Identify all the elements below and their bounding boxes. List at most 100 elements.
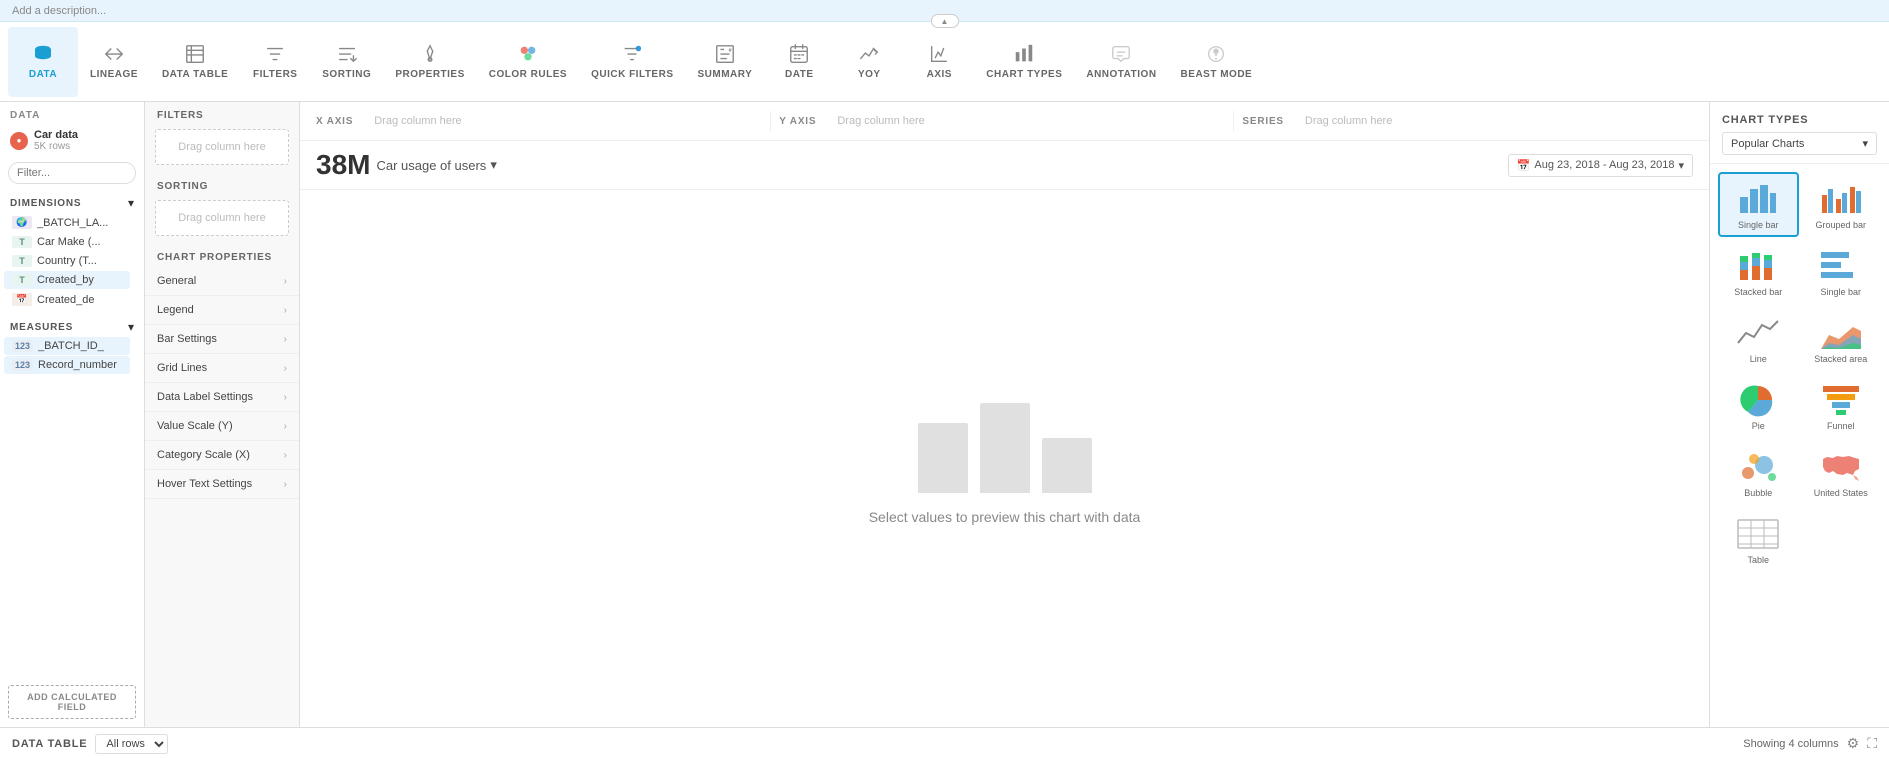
chart-bars-preview <box>918 393 1092 493</box>
prop-arrow-valuescale: › <box>284 421 287 432</box>
chart-subtitle[interactable]: Car usage of users ▾ <box>376 157 496 173</box>
toolbar-item-properties[interactable]: PROPERTIES <box>383 27 476 97</box>
dimensions-header[interactable]: DIMENSIONS ▾ <box>0 190 144 212</box>
bar-preview-1 <box>918 423 968 493</box>
sorting-drag-area[interactable]: Drag column here <box>155 200 289 236</box>
popular-charts-dropdown[interactable]: Popular Charts ▾ <box>1722 132 1877 155</box>
toolbar-datatable-label: DATA TABLE <box>162 69 228 80</box>
measure-item-batchid[interactable]: 123 _BATCH_ID_ <box>4 337 130 355</box>
pie-label: Pie <box>1752 421 1765 432</box>
chart-type-bubble[interactable]: Bubble <box>1718 440 1799 505</box>
dimension-item-country[interactable]: T Country (T... <box>4 252 130 270</box>
prop-arrow-hovertext: › <box>284 479 287 490</box>
measures-collapse-icon: ▾ <box>128 320 134 334</box>
dimension-label-carmake: Car Make (... <box>37 236 101 248</box>
chart-type-pie[interactable]: Pie <box>1718 373 1799 438</box>
settings-gear-icon[interactable]: ⚙ <box>1847 735 1860 752</box>
toolbar-beastmode-label: BEAST MODE <box>1181 69 1253 80</box>
prop-item-category-scale[interactable]: Category Scale (X) › <box>145 441 299 470</box>
dimension-label-country: Country (T... <box>37 255 97 267</box>
measures-header[interactable]: MEASURES ▾ <box>0 314 144 336</box>
toolbar-item-filters[interactable]: FILTERS <box>240 27 310 97</box>
collapse-button[interactable]: ▲ <box>931 14 959 28</box>
type-badge-num: 123 <box>12 340 33 352</box>
toolbar-item-data[interactable]: DATA <box>8 27 78 97</box>
dimension-item-carmake[interactable]: T Car Make (... <box>4 233 130 251</box>
date-range[interactable]: 📅 Aug 23, 2018 - Aug 23, 2018 ▾ <box>1508 154 1693 177</box>
dimension-item-batch[interactable]: 🌍 _BATCH_LA... <box>4 213 130 232</box>
toolbar-item-axis[interactable]: AXIS <box>904 27 974 97</box>
chart-type-single-bar[interactable]: Single bar <box>1718 172 1799 237</box>
prop-item-legend[interactable]: Legend › <box>145 296 299 325</box>
type-badge-T3: T <box>12 274 32 286</box>
prop-arrow-general: › <box>284 276 287 287</box>
toolbar-item-annotation[interactable]: ANNOTATION <box>1074 27 1168 97</box>
fullscreen-icon[interactable]: ⛶ <box>1867 735 1877 752</box>
single-bar-icon <box>1736 181 1780 217</box>
toolbar-item-colorrules[interactable]: COLOR RULES <box>477 27 579 97</box>
chart-area: X AXIS Drag column here Y AXIS Drag colu… <box>300 102 1709 727</box>
prop-item-bar-settings[interactable]: Bar Settings › <box>145 325 299 354</box>
prop-item-general[interactable]: General › <box>145 267 299 296</box>
chart-type-grouped-bar[interactable]: Grouped bar <box>1801 172 1882 237</box>
toolbar-item-charttypes[interactable]: CHART TYPES <box>974 27 1074 97</box>
chart-type-table[interactable]: Table <box>1718 507 1799 572</box>
prop-item-hover-text[interactable]: Hover Text Settings › <box>145 470 299 499</box>
toolbar-item-date[interactable]: DATE <box>764 27 834 97</box>
measure-label-recordnum: Record_number <box>38 359 117 371</box>
middle-panel: FILTERS Drag column here SORTING Drag co… <box>145 102 300 727</box>
chart-type-united-states[interactable]: United States <box>1801 440 1882 505</box>
prop-item-grid-lines[interactable]: Grid Lines › <box>145 354 299 383</box>
prop-arrow-catscale: › <box>284 450 287 461</box>
toolbar-item-lineage[interactable]: LINEAGE <box>78 27 150 97</box>
single-bar-label: Single bar <box>1738 220 1779 231</box>
bar-preview-2 <box>980 403 1030 493</box>
data-source-info: Car data 5K rows <box>34 129 78 152</box>
axis-divider-1 <box>770 111 771 131</box>
measure-label-batchid: _BATCH_ID_ <box>38 340 104 352</box>
calendar-icon: 📅 <box>1517 159 1531 172</box>
prop-arrow-datalabel: › <box>284 392 287 403</box>
chart-type-stacked-area[interactable]: Stacked area <box>1801 306 1882 371</box>
toolbar-item-datatable[interactable]: DATA TABLE <box>150 27 240 97</box>
chart-type-stacked-bar[interactable]: Stacked bar <box>1718 239 1799 304</box>
chart-title-area: 38M Car usage of users ▾ <box>316 149 497 181</box>
y-axis-drop[interactable]: Drag column here <box>824 110 1225 132</box>
table-icon <box>1736 516 1780 552</box>
toolbar-item-sorting[interactable]: SORTING <box>310 27 383 97</box>
stacked-bar-label: Stacked bar <box>1734 287 1782 298</box>
data-source-item[interactable]: ● Car data 5K rows <box>0 125 144 156</box>
chart-type-single-bar-h[interactable]: Single bar <box>1801 239 1882 304</box>
series-drop[interactable]: Drag column here <box>1292 110 1693 132</box>
desc-text[interactable]: Add a description... <box>12 5 106 17</box>
filters-drag-area[interactable]: Drag column here <box>155 129 289 165</box>
dimensions-title: DIMENSIONS <box>10 198 81 209</box>
x-axis-drop[interactable]: Drag column here <box>361 110 762 132</box>
filters-title: FILTERS <box>145 102 299 125</box>
dimensions-list: 🌍 _BATCH_LA... T Car Make (... T Country… <box>0 212 144 310</box>
measure-item-recordnum[interactable]: 123 Record_number <box>4 356 130 374</box>
line-label: Line <box>1750 354 1767 365</box>
chart-type-funnel[interactable]: Funnel <box>1801 373 1882 438</box>
toolbar-item-yoy[interactable]: YOY <box>834 27 904 97</box>
prop-item-data-label[interactable]: Data Label Settings › <box>145 383 299 412</box>
toolbar-item-quickfilters[interactable]: QUICK FILTERS <box>579 27 685 97</box>
toolbar-summary-label: SUMMARY <box>698 69 753 80</box>
sidebar-filter-input[interactable] <box>8 162 136 184</box>
bottom-right: Showing 4 columns ⚙ ⛶ <box>1743 735 1877 752</box>
type-badge-T: T <box>12 236 32 248</box>
line-icon <box>1736 315 1780 351</box>
dimension-item-createdby[interactable]: T Created_by <box>4 271 130 289</box>
toolbar-item-summary[interactable]: # SUMMARY <box>686 27 765 97</box>
prop-arrow-bar: › <box>284 334 287 345</box>
prop-arrow-legend: › <box>284 305 287 316</box>
chart-type-line[interactable]: Line <box>1718 306 1799 371</box>
sorting-title: SORTING <box>145 173 299 196</box>
x-axis-label: X AXIS <box>316 116 353 127</box>
bubble-icon <box>1736 449 1780 485</box>
toolbar-item-beastmode[interactable]: BEAST MODE <box>1169 27 1265 97</box>
prop-item-value-scale[interactable]: Value Scale (Y) › <box>145 412 299 441</box>
add-calculated-field-button[interactable]: ADD CALCULATED FIELD <box>8 685 136 719</box>
dimension-item-createdde[interactable]: 📅 Created_de <box>4 290 130 309</box>
data-source-icon: ● <box>10 132 28 150</box>
